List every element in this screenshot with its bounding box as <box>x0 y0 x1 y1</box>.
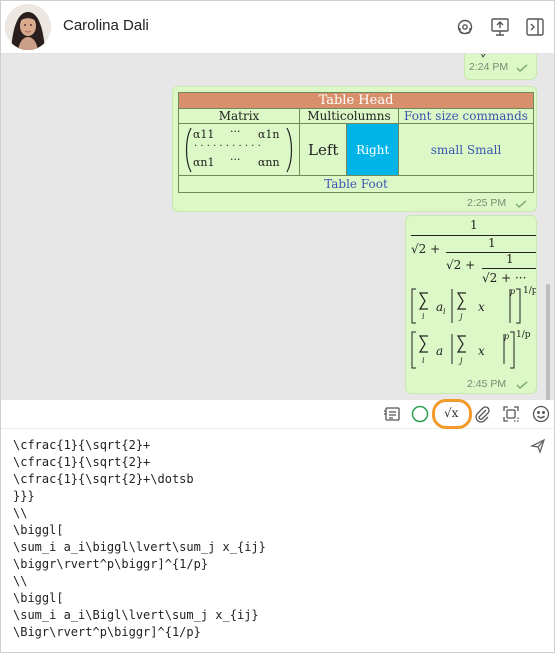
code-line[interactable]: \cfrac{1}{\sqrt{2}+ <box>13 455 150 469</box>
message-time: 2:45 PM <box>467 378 507 390</box>
emoji-icon[interactable] <box>531 404 551 424</box>
screenshot-icon[interactable] <box>501 404 521 424</box>
matrix-entry: αn1 <box>193 155 215 169</box>
matrix-entry: α11 <box>193 127 215 141</box>
column-header: Font size commands <box>398 108 534 124</box>
code-line[interactable]: }}} <box>13 489 35 503</box>
code-line[interactable]: \biggl[ <box>13 591 64 605</box>
right-cell: Right <box>346 123 399 176</box>
left-paren <box>185 127 192 172</box>
math-sub: i <box>422 312 425 321</box>
column-header: Multicolumns <box>299 108 399 124</box>
math-numerator: 1 <box>470 218 478 232</box>
message-time: 2:25 PM <box>467 197 507 209</box>
math-var: a <box>436 344 444 358</box>
headset-icon[interactable] <box>454 16 476 38</box>
sidebar-toggle-icon[interactable] <box>524 16 546 38</box>
message-bubble[interactable]: Table Head Matrix Multicolumns Font size… <box>172 86 537 212</box>
message-list-icon[interactable] <box>382 404 402 424</box>
latex-table: Table Head Matrix Multicolumns Font size… <box>178 92 534 193</box>
fraction-bar <box>482 268 536 269</box>
matrix-entry: · · · · · · · · · · · <box>194 140 261 152</box>
math-var: x <box>478 344 485 358</box>
avatar[interactable] <box>5 4 51 50</box>
message-area[interactable]: 2:24 PM Table Head Matrix Multicolumns F… <box>1 54 554 400</box>
math-sub: i <box>443 307 446 316</box>
message-time: 2:24 PM <box>469 61 509 73</box>
math-render: 1 √2 + 1 √2 + 1 √2 + ··· a i i x j p 1/p… <box>406 216 536 376</box>
math-sub: j <box>460 356 463 365</box>
math-term: √2 + <box>411 242 441 256</box>
chat-scrollbar[interactable] <box>546 284 550 400</box>
math-sub: i <box>422 356 425 365</box>
code-line[interactable]: \Bigr\rvert^p\biggr]^{1/p} <box>13 625 201 639</box>
contact-name[interactable]: Carolina Dali <box>63 17 149 34</box>
message-bubble[interactable]: 1 √2 + 1 √2 + 1 √2 + ··· a i i x j p 1/p… <box>405 215 537 394</box>
math-exp: 1/p <box>523 286 537 296</box>
sqrt-icon: √x <box>444 406 459 420</box>
code-line[interactable]: \\ <box>13 574 27 588</box>
math-term: √2 + <box>446 258 476 272</box>
code-line[interactable]: \sum_i a_i\biggl\lvert\sum_j x_{ij} <box>13 540 266 554</box>
code-line[interactable]: \biggr\rvert^p\biggr]^{1/p} <box>13 557 208 571</box>
chat-header: Carolina Dali <box>1 1 554 54</box>
math-sub: j <box>460 312 463 321</box>
message-input[interactable]: \cfrac{1}{\sqrt{2}+ \cfrac{1}{\sqrt{2}+ … <box>1 429 554 652</box>
code-line[interactable]: \sum_i a_i\Bigl\lvert\sum_j x_{ij} <box>13 608 259 622</box>
math-numerator: 1 <box>488 236 496 250</box>
screen-share-icon[interactable] <box>489 16 511 38</box>
read-tick-icon <box>516 381 528 389</box>
circle-icon[interactable] <box>410 404 430 424</box>
font-size-cell: small Small <box>398 123 534 176</box>
fraction-bar <box>446 252 536 253</box>
fraction-bar <box>411 235 536 236</box>
composer-toolbar: √x <box>1 399 554 429</box>
sum-expression-biggl <box>411 288 521 324</box>
send-icon[interactable] <box>529 438 546 454</box>
matrix-entry: αnn <box>258 155 280 169</box>
paperclip-icon[interactable] <box>472 404 492 424</box>
table-head: Table Head <box>178 92 534 109</box>
code-line[interactable]: \cfrac{1}{\sqrt{2}+ <box>13 438 150 452</box>
math-exp: p <box>510 287 516 296</box>
read-tick-icon <box>515 200 527 208</box>
right-paren <box>286 127 293 172</box>
matrix-entry: α1n <box>258 127 280 141</box>
code-line[interactable]: \cfrac{1}{\sqrt{2}+\dotsb <box>13 472 194 486</box>
math-exp: p <box>504 332 510 341</box>
table-foot: Table Foot <box>178 175 534 193</box>
read-tick-icon <box>516 64 528 72</box>
matrix-entry: ··· <box>230 124 241 138</box>
code-line[interactable]: \\ <box>13 506 27 520</box>
math-term: √2 + ··· <box>482 271 527 285</box>
message-bubble[interactable]: 2:24 PM <box>464 54 537 80</box>
math-exp: 1/p <box>516 330 531 340</box>
column-header: Matrix <box>178 108 300 124</box>
math-var: x <box>478 300 485 314</box>
clipped-math-fragment <box>480 54 486 58</box>
math-numerator: 1 <box>506 252 514 266</box>
matrix-entry: ··· <box>230 152 241 166</box>
matrix-cell: α11 ··· α1n · · · · · · · · · · · αn1 ··… <box>178 123 300 176</box>
left-cell: Left <box>298 123 348 176</box>
chat-window: Carolina Dali 2:24 PM Table Head Matrix … <box>0 0 555 653</box>
code-line[interactable]: \biggl[ <box>13 523 64 537</box>
sqrt-button[interactable]: √x <box>432 399 472 429</box>
